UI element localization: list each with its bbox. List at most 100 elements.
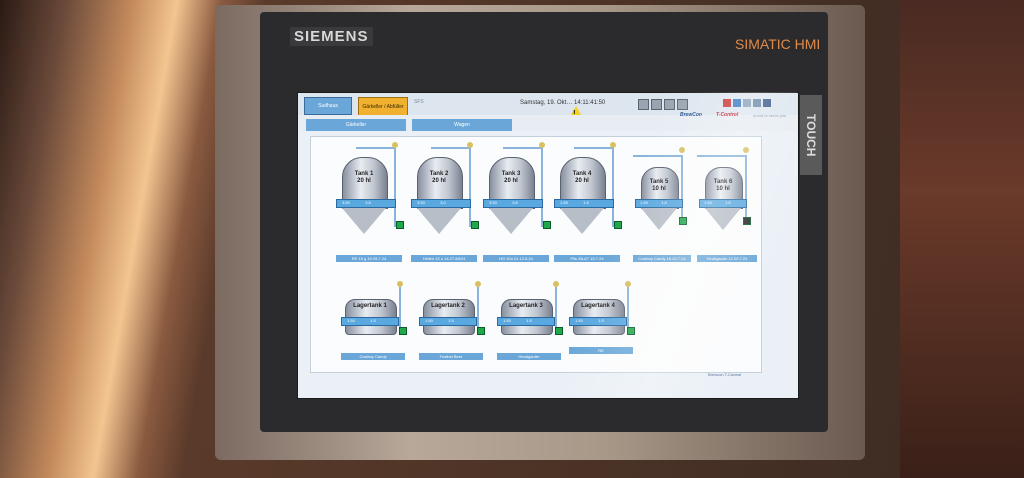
pipe [745,155,747,225]
pipe [697,155,747,157]
lagertank-1[interactable]: Lagertank 1 1.50 1.5 Cowboy Candy [341,281,409,367]
gauge-value-2: 3.5 [365,200,371,205]
status-footer: Brewcon T-Control [708,372,742,377]
gauge-value: 1.50 [704,200,712,205]
indicator-lamp-icon [467,142,473,148]
tool-icon[interactable] [743,99,751,107]
status-indicator-icon [399,327,407,335]
tank-name: Lagertank 2 [431,303,465,309]
tank-content-label[interactable]: Heudgauter [497,353,561,360]
tank-3[interactable]: Tank 3 20 hl 3.50 3.6 HG 20u 21 12.8.24 [483,142,553,267]
gauge-value: 1.50 [575,318,583,323]
status-indicator-icon [555,327,563,335]
brick-wall [900,0,1024,478]
gauge-value: 3.50 [342,200,350,205]
tool-icons [723,99,771,107]
tab-gaerkeller[interactable]: Gärkeller [306,119,406,131]
pipe [469,147,471,227]
indicator-lamp-icon [539,142,545,148]
gauge-value: 1.50 [425,318,433,323]
indicator-lamp-icon [397,281,403,287]
info-icon[interactable] [763,99,771,107]
gauge-value-2: 1.5 [526,318,532,323]
gauge-value: 1.50 [503,318,511,323]
tank-1[interactable]: Tank 1 20 hl 3.50 3.5 RE 15 g 19.29.7.24 [336,142,406,267]
gauge-value: 1.50 [640,200,648,205]
tank-6[interactable]: Tank 6 10 hl 1.50 1.5 Heubgauler 12.20.7.… [697,147,759,267]
screen-icon[interactable] [638,99,649,110]
status-indicator-icon [477,327,485,335]
tank-content-label[interactable]: HG 20u 21 12.8.24 [483,255,549,262]
tank-name: Tank 5 [649,179,669,185]
tcontrol-logo: T-Control [716,112,739,118]
tank-name: Tank 4 [572,171,592,177]
tank-panel: Tank 1 20 hl 3.50 3.5 RE 15 g 19.29.7.24 … [310,136,762,373]
tank-content-label[interactable]: RE 15 g 19.29.7.24 [336,255,402,262]
status-indicator-icon [743,217,751,225]
tank-name: Tank 6 [713,179,733,185]
brewcon-logo: BrewCon [680,112,702,118]
pipe [612,147,614,227]
status-indicator-icon [627,327,635,335]
tank-name: Lagertank 1 [353,303,387,309]
gauge-value-2: 1.5 [583,200,589,205]
tank-volume: 10 hl [716,186,730,192]
tank-content-label[interactable]: Cowboy Candy 16.02.7.24 [633,255,691,262]
gauge-value-2: 1.5 [661,200,667,205]
gauge-value-2: 3.6 [512,200,518,205]
tank-cone [489,208,533,234]
pipe [555,287,557,327]
screen-icon[interactable] [651,99,662,110]
status-indicator-icon [396,221,404,229]
tank-content-label[interactable]: Festbel Beer [419,353,483,360]
indicator-lamp-icon [553,281,559,287]
lagertank-4[interactable]: Lagertank 4 1.50 1.5 RE [569,281,637,367]
lagertank-3[interactable]: Lagertank 3 1.50 1.5 Heudgauter [497,281,565,367]
gauge-value: 1.50 [560,200,568,205]
gauge-value-2: 3.0 [440,200,446,205]
tank-name: Tank 1 [354,171,374,177]
pipe [503,147,543,149]
tank-content-label[interactable]: RE [569,347,633,354]
print-icon[interactable] [664,99,675,110]
pipe [394,147,396,227]
indicator-lamp-icon [743,147,749,153]
gauge-value: 3.50 [489,200,497,205]
gaerkeller-button[interactable]: Gärkeller / Abfüller [358,97,408,117]
lagertank-2[interactable]: Lagertank 2 1.50 1.5 Festbel Beer [419,281,487,367]
status-indicator-icon [679,217,687,225]
pipe [627,287,629,327]
tank-volume: 20 hl [504,178,518,184]
settings-icon[interactable] [733,99,741,107]
tank-name: Tank 3 [501,171,521,177]
tank-5[interactable]: Tank 5 10 hl 1.50 1.5 Cowboy Candy 16.02.… [633,147,693,267]
tank-content-label[interactable]: Cowboy Candy [341,353,405,360]
pipe [633,155,683,157]
tank-content-label[interactable]: Hellen 13 u 14.27.8/624 [411,255,477,262]
gauge-value-2: 1.5 [448,318,454,323]
tank-content-label[interactable]: Pils 26u27 15.7.24 [554,255,620,262]
tank-cone [641,208,677,230]
pipe [477,287,479,327]
tank-volume: 10 hl [652,186,666,192]
close-icon[interactable] [677,99,688,110]
sudhaus-button[interactable]: Sudhaus [304,97,352,115]
pipe [399,287,401,327]
tank-volume: 20 hl [575,178,589,184]
tool-icon[interactable] [753,99,761,107]
gauge-value-2: 1.5 [725,200,731,205]
gauge-value: 1.50 [347,318,355,323]
hmi-screen: Sudhaus Gärkeller / Abfüller SFS Samstag… [297,92,799,399]
stop-icon[interactable] [723,99,731,107]
touch-label: TOUCH [800,95,822,175]
pipe [574,147,614,149]
tank-cone [417,208,461,234]
tank-name: Tank 2 [429,171,449,177]
tab-wagen[interactable]: Wagen [412,119,512,131]
window-icons [638,99,688,110]
tank-content-label[interactable]: Heubgauler 12.20.7.24 [697,255,757,262]
tank-2[interactable]: Tank 2 20 hl 3.50 3.0 Hellen 13 u 14.27.8… [411,142,481,267]
tank-4[interactable]: Tank 4 20 hl 1.50 1.5 Pils 26u27 15.7.24 [554,142,624,267]
brand-logo: SIEMENS [290,27,373,46]
pipe [681,155,683,225]
